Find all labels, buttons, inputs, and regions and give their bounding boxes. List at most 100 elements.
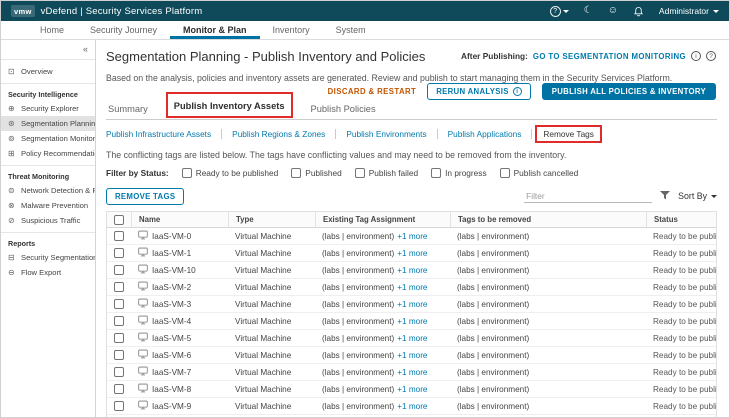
tags-to-be-removed: (labs | environment): [457, 401, 530, 411]
vm-name: IaaS-VM-10: [152, 265, 196, 275]
rerun-analysis-button[interactable]: RERUN ANALYSIS i: [427, 83, 531, 100]
vm-type: Virtual Machine: [235, 401, 292, 411]
row-checkbox[interactable]: [114, 299, 124, 309]
tab-summary[interactable]: Summary: [108, 104, 148, 114]
sidebar-item-policy-recommendations[interactable]: ⊞ Policy Recommendations: [1, 146, 95, 161]
column-header-name[interactable]: Name: [131, 212, 228, 227]
vm-name: IaaS-VM-9: [152, 401, 192, 411]
table-row: IaaS-VM-5 Virtual Machine (labs | enviro…: [107, 330, 716, 347]
column-header-existing-tag[interactable]: Existing Tag Assignment: [315, 212, 450, 227]
sidebar-item-malware-prevention[interactable]: ⊗ Malware Prevention: [1, 198, 95, 213]
vm-type: Virtual Machine: [235, 231, 292, 241]
subtab-publish-regions-zones[interactable]: Publish Regions & Zones: [232, 129, 325, 139]
sidebar-item-security-segmentation-report[interactable]: ⊟ Security Segmentation R...: [1, 250, 95, 265]
status-text: Ready to be published: [653, 333, 716, 343]
row-checkbox[interactable]: [114, 265, 124, 275]
checkbox-publish-failed[interactable]: [354, 168, 365, 178]
sidebar-section-threat-monitoring: Threat Monitoring: [8, 172, 70, 181]
feedback-icon[interactable]: ☺: [608, 6, 618, 16]
discard-restart-button[interactable]: DISCARD & RESTART: [328, 87, 417, 96]
nav-item-monitor-plan[interactable]: Monitor & Plan: [170, 21, 260, 39]
more-tags-link[interactable]: +1 more: [397, 351, 427, 360]
sort-by-dropdown[interactable]: Sort By: [678, 191, 717, 201]
sidebar-item-flow-export[interactable]: ⊖ Flow Export: [1, 265, 95, 280]
more-tags-link[interactable]: +1 more: [397, 232, 427, 241]
checkbox-publish-cancelled[interactable]: [499, 168, 510, 178]
sidebar-item-security-explorer[interactable]: ⊕ Security Explorer: [1, 101, 95, 116]
row-checkbox[interactable]: [114, 282, 124, 292]
more-tags-link[interactable]: +1 more: [397, 368, 427, 377]
overview-icon: ⊡: [8, 67, 15, 76]
more-tags-link[interactable]: +1 more: [397, 334, 427, 343]
conflict-description: The conflicting tags are listed below. T…: [106, 150, 567, 160]
question-icon[interactable]: ?: [706, 51, 716, 61]
checkbox-ready-to-be-published[interactable]: [181, 168, 192, 178]
divider: [1, 59, 95, 60]
more-tags-link[interactable]: +1 more: [397, 283, 427, 292]
subtab-publish-applications[interactable]: Publish Applications: [448, 129, 522, 139]
vm-name: IaaS-VM-6: [152, 350, 192, 360]
tab-publish-inventory-assets[interactable]: Publish Inventory Assets: [174, 101, 285, 111]
publish-all-button[interactable]: PUBLISH ALL POLICIES & INVENTORY: [541, 83, 716, 100]
row-checkbox[interactable]: [114, 367, 124, 377]
chevron-down-icon: [713, 9, 719, 13]
subtab-publish-infrastructure-assets[interactable]: Publish Infrastructure Assets: [106, 129, 211, 139]
checkbox-published[interactable]: [291, 168, 302, 178]
remove-tags-button[interactable]: REMOVE TAGS: [106, 188, 185, 205]
status-text: Ready to be published: [653, 350, 716, 360]
chevron-down-icon: [562, 9, 569, 13]
vm-icon: [138, 349, 148, 361]
vm-icon: [138, 281, 148, 293]
notifications-bell-icon[interactable]: [633, 6, 644, 17]
vm-type: Virtual Machine: [235, 248, 292, 258]
sidebar-item-segmentation-monitoring[interactable]: ⊚ Segmentation Monitoring: [1, 131, 95, 146]
help-menu[interactable]: ?: [549, 5, 569, 17]
status-text: Ready to be published: [653, 299, 716, 309]
more-tags-link[interactable]: +1 more: [397, 266, 427, 275]
vm-name: IaaS-VM-0: [152, 231, 192, 241]
row-checkbox[interactable]: [114, 231, 124, 241]
row-checkbox[interactable]: [114, 401, 124, 411]
row-checkbox[interactable]: [114, 384, 124, 394]
status-text: Ready to be published: [653, 367, 716, 377]
table-row: IaaS-VM-1 Virtual Machine (labs | enviro…: [107, 245, 716, 262]
sidebar-collapse-icon[interactable]: «: [1, 42, 95, 55]
subtab-publish-environments[interactable]: Publish Environments: [346, 129, 426, 139]
go-to-segmentation-monitoring-link[interactable]: GO TO SEGMENTATION MONITORING: [533, 52, 686, 61]
info-icon[interactable]: i: [691, 51, 701, 61]
row-checkbox[interactable]: [114, 350, 124, 360]
filter-funnel-icon[interactable]: [660, 187, 671, 205]
sidebar-item-network-detection[interactable]: ⊜ Network Detection & Res...: [1, 183, 95, 198]
nav-item-inventory[interactable]: Inventory: [260, 21, 323, 39]
column-header-type[interactable]: Type: [228, 212, 315, 227]
more-tags-link[interactable]: +1 more: [397, 249, 427, 258]
more-tags-link[interactable]: +1 more: [397, 402, 427, 411]
checkbox-in-progress[interactable]: [431, 168, 442, 178]
dark-mode-icon[interactable]: ☾: [584, 6, 593, 16]
subtab-remove-tags[interactable]: Remove Tags: [543, 129, 594, 139]
user-menu[interactable]: Administrator: [659, 6, 719, 16]
filter-by-status: Filter by Status: Ready to be published …: [106, 168, 579, 178]
sidebar-item-overview[interactable]: ⊡ Overview: [1, 64, 95, 79]
more-tags-link[interactable]: +1 more: [397, 317, 427, 326]
column-header-status[interactable]: Status: [646, 212, 716, 227]
sidebar-item-segmentation-planning[interactable]: ⊛ Segmentation Planning: [1, 116, 95, 131]
row-checkbox[interactable]: [114, 316, 124, 326]
status-text: Ready to be published: [653, 282, 716, 292]
tab-publish-policies[interactable]: Publish Policies: [311, 104, 376, 114]
tags-to-be-removed: (labs | environment): [457, 316, 530, 326]
select-all-checkbox[interactable]: [114, 214, 124, 225]
nav-item-system[interactable]: System: [323, 21, 379, 39]
divider: [531, 129, 533, 139]
more-tags-link[interactable]: +1 more: [397, 300, 427, 309]
vm-icon: [138, 230, 148, 242]
filter-input[interactable]: [524, 189, 653, 203]
nav-item-security-journey[interactable]: Security Journey: [77, 21, 170, 39]
row-checkbox[interactable]: [114, 333, 124, 343]
column-header-tags-to-be-removed[interactable]: Tags to be removed: [450, 212, 646, 227]
sidebar-section-reports: Reports: [8, 239, 36, 248]
row-checkbox[interactable]: [114, 248, 124, 258]
sidebar-item-suspicious-traffic[interactable]: ⊘ Suspicious Traffic: [1, 213, 95, 228]
more-tags-link[interactable]: +1 more: [397, 385, 427, 394]
nav-item-home[interactable]: Home: [27, 21, 77, 39]
